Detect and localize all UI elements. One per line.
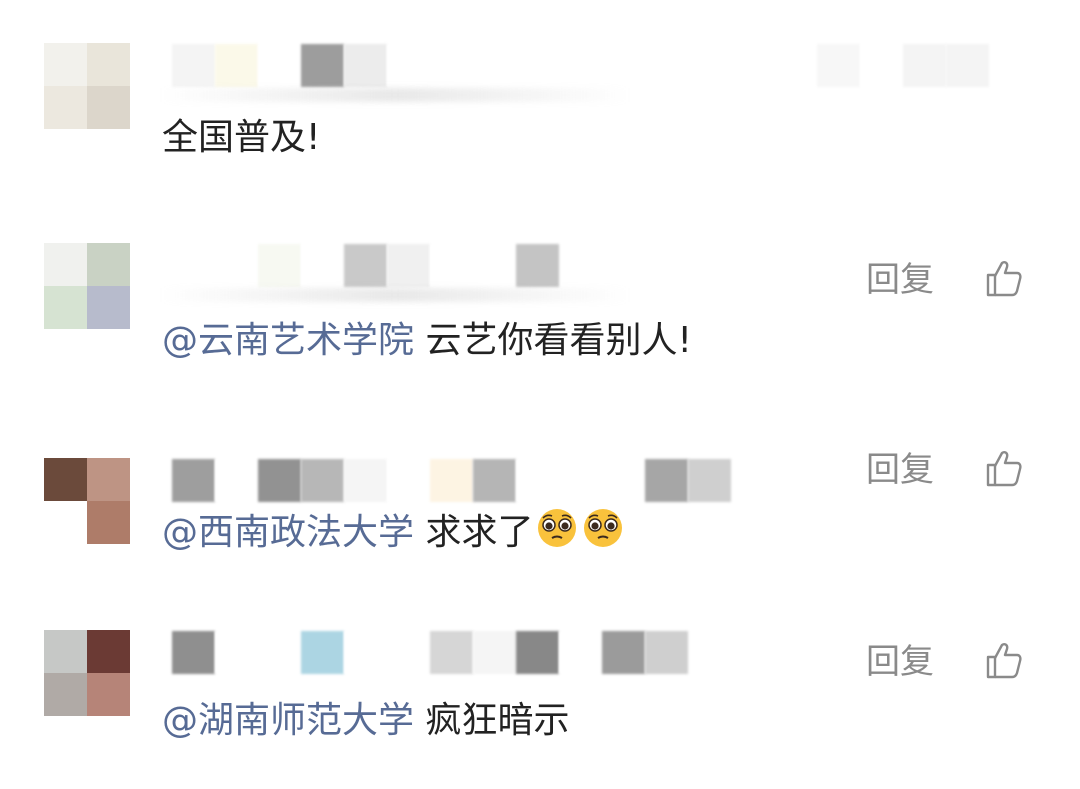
comment-text: @西南政法大学 求求了 xyxy=(162,506,625,557)
comment-body: 云艺你看看别人! xyxy=(425,320,692,361)
username-mosaic-block xyxy=(387,458,430,502)
username-mosaic-block xyxy=(258,630,301,674)
thumbs-up-icon[interactable] xyxy=(984,258,1024,298)
username-mosaic-block xyxy=(516,458,559,502)
reply-button[interactable]: 回复 xyxy=(866,640,934,684)
avatar-tile xyxy=(44,43,87,86)
avatar-tile xyxy=(87,501,130,544)
avatar-tile xyxy=(44,630,87,673)
username-mosaic-block xyxy=(473,458,516,502)
username-mosaic-block xyxy=(516,43,559,87)
username-mosaic-block xyxy=(645,458,688,502)
avatar-tile xyxy=(87,86,130,129)
username-mosaic-block xyxy=(860,43,903,87)
avatar-tile xyxy=(44,243,87,286)
avatar-tile xyxy=(44,673,87,716)
username-mosaic-block xyxy=(731,43,774,87)
username-blurred[interactable] xyxy=(172,43,1032,87)
avatar-tile xyxy=(44,286,87,329)
username-mosaic-block xyxy=(344,43,387,87)
username-fade xyxy=(160,88,630,102)
username-mosaic-block xyxy=(344,458,387,502)
reply-button[interactable]: 回复 xyxy=(866,448,934,492)
username-mosaic-block xyxy=(344,243,387,287)
username-mosaic-block xyxy=(344,630,387,674)
username-mosaic-block xyxy=(645,630,688,674)
username-mosaic-block xyxy=(473,243,516,287)
comment-text: 全国普及! xyxy=(162,114,320,162)
username-mosaic-block xyxy=(172,43,215,87)
username-mosaic-block xyxy=(258,243,301,287)
pleading-face-emoji xyxy=(538,509,577,547)
username-mosaic-block xyxy=(774,43,817,87)
avatar[interactable] xyxy=(44,243,130,329)
thumbs-up-icon[interactable] xyxy=(984,448,1024,488)
username-mosaic-block xyxy=(559,458,602,502)
username-mosaic-block xyxy=(301,630,344,674)
username-mosaic-block xyxy=(817,43,860,87)
avatar[interactable] xyxy=(44,458,130,544)
username-mosaic-block xyxy=(215,458,258,502)
username-mosaic-block xyxy=(602,630,645,674)
username-fade xyxy=(160,288,630,302)
mention-link[interactable]: @云南艺术学院 xyxy=(162,320,414,361)
avatar-tile xyxy=(87,673,130,716)
username-mosaic-block xyxy=(473,630,516,674)
username-mosaic-block xyxy=(301,458,344,502)
username-mosaic-block xyxy=(559,43,602,87)
mention-link[interactable]: @西南政法大学 xyxy=(162,512,414,553)
avatar[interactable] xyxy=(44,630,130,716)
username-mosaic-block xyxy=(473,43,516,87)
username-mosaic-block xyxy=(301,43,344,87)
username-mosaic-block xyxy=(172,630,215,674)
avatar-tile xyxy=(87,458,130,501)
username-mosaic-block xyxy=(215,43,258,87)
username-mosaic-block xyxy=(430,43,473,87)
username-mosaic-block xyxy=(688,43,731,87)
username-mosaic-block xyxy=(602,458,645,502)
comment-body: 疯狂暗示 xyxy=(425,700,570,741)
comment-body: 全国普及! xyxy=(162,117,321,158)
comment-text: @湖南师范大学 疯狂暗示 xyxy=(162,697,569,745)
avatar-tile xyxy=(87,286,130,329)
username-mosaic-block xyxy=(258,43,301,87)
username-mosaic-block xyxy=(387,43,430,87)
username-mosaic-block xyxy=(430,630,473,674)
username-mosaic-block xyxy=(903,43,946,87)
comment-body: 求求了 xyxy=(425,512,534,553)
username-mosaic-block xyxy=(516,243,559,287)
mention-link[interactable]: @湖南师范大学 xyxy=(162,700,414,741)
username-mosaic-block xyxy=(430,458,473,502)
username-mosaic-block xyxy=(172,458,215,502)
username-mosaic-block xyxy=(215,630,258,674)
username-mosaic-block xyxy=(215,243,258,287)
username-mosaic-block xyxy=(516,630,559,674)
avatar-tile xyxy=(87,243,130,286)
username-mosaic-block xyxy=(301,243,344,287)
pleading-face-emoji xyxy=(584,509,623,547)
username-mosaic-block xyxy=(387,243,430,287)
username-mosaic-block xyxy=(645,43,688,87)
thumbs-up-icon[interactable] xyxy=(984,640,1024,680)
avatar-tile xyxy=(44,458,87,501)
avatar-tile xyxy=(44,501,87,544)
avatar-tile xyxy=(87,630,130,673)
username-mosaic-block xyxy=(258,458,301,502)
username-mosaic-block xyxy=(946,43,989,87)
username-mosaic-block xyxy=(559,630,602,674)
username-mosaic-block xyxy=(602,43,645,87)
username-mosaic-block xyxy=(430,243,473,287)
username-mosaic-block xyxy=(172,243,215,287)
avatar-tile xyxy=(44,86,87,129)
username-mosaic-block xyxy=(387,630,430,674)
avatar-tile xyxy=(87,43,130,86)
comment-text: @云南艺术学院 云艺你看看别人! xyxy=(162,317,692,365)
reply-button[interactable]: 回复 xyxy=(866,258,934,302)
comment-item: 全国普及! xyxy=(0,0,1080,190)
username-mosaic-block xyxy=(688,458,731,502)
avatar[interactable] xyxy=(44,43,130,129)
